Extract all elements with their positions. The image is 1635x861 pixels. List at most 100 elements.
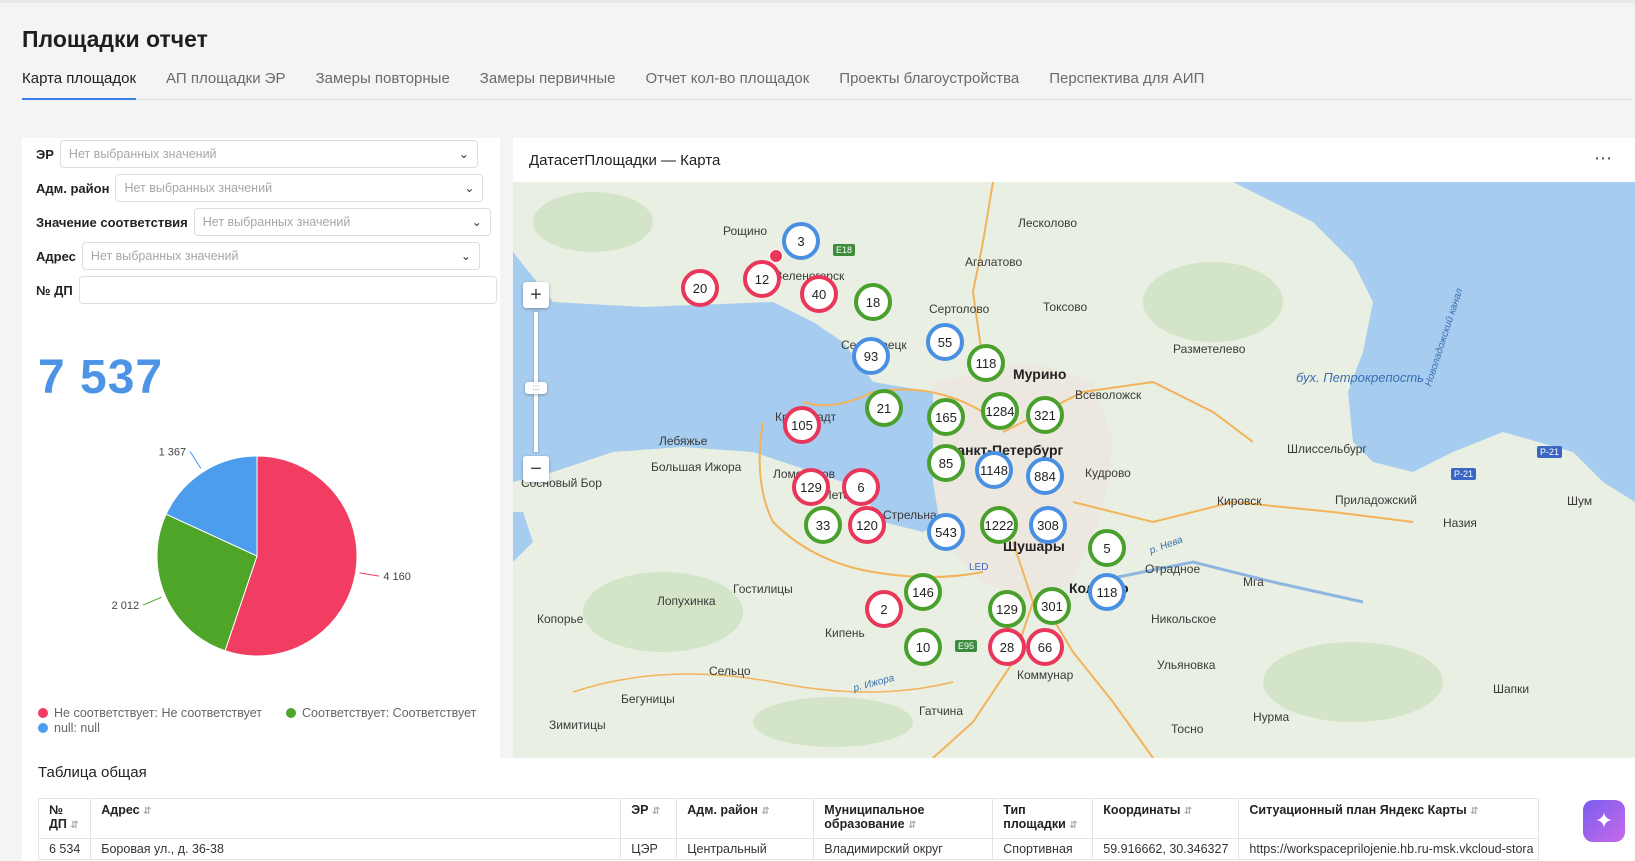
filter-compliance-select[interactable]: Нет выбранных значений ⌄ bbox=[193, 208, 491, 236]
data-table: № ДП ⇵ Адрес ⇵ ЭР ⇵ Адм. район ⇵ Муницип… bbox=[37, 798, 1540, 860]
filter-district-select[interactable]: Нет выбранных значений ⌄ bbox=[115, 174, 484, 202]
column-header-label: Координаты bbox=[1103, 803, 1181, 817]
map-cluster[interactable]: 105 bbox=[783, 406, 821, 444]
ai-assistant-button[interactable]: ✦ bbox=[1583, 800, 1625, 842]
filter-dp-input[interactable] bbox=[78, 276, 497, 304]
table-cell: Центральный bbox=[676, 838, 815, 860]
legend-label: null: null bbox=[54, 721, 100, 735]
map-cluster[interactable]: 884 bbox=[1026, 457, 1064, 495]
column-header-label: № ДП bbox=[49, 803, 67, 831]
road bbox=[572, 673, 954, 693]
map-cluster[interactable]: 118 bbox=[967, 344, 1005, 382]
map-cluster[interactable]: 20 bbox=[681, 269, 719, 307]
map-cluster[interactable]: 308 bbox=[1029, 506, 1067, 544]
map-cluster[interactable]: 1222 bbox=[980, 506, 1018, 544]
map-cluster[interactable]: 18 bbox=[854, 283, 892, 321]
column-header-coordinates[interactable]: Координаты ⇵ bbox=[1092, 798, 1240, 839]
tab-ap-er[interactable]: АП площадки ЭР bbox=[166, 64, 286, 100]
map-cluster[interactable]: 21 bbox=[865, 389, 903, 427]
legend-item-compliant: Соответствует: Соответствует bbox=[286, 706, 476, 720]
map-cluster[interactable]: 120 bbox=[848, 506, 886, 544]
filter-district: Адм. район Нет выбранных значений ⌄ bbox=[36, 174, 484, 202]
map-cluster[interactable]: 301 bbox=[1033, 587, 1071, 625]
map-cluster[interactable]: 543 bbox=[927, 513, 965, 551]
map-cluster[interactable]: 93 bbox=[852, 337, 890, 375]
map-cluster[interactable]: 1148 bbox=[975, 451, 1013, 489]
map-cluster[interactable]: 28 bbox=[988, 628, 1026, 666]
forest-area bbox=[533, 192, 653, 252]
total-count: 7 537 bbox=[38, 351, 164, 404]
place-label: Сельцо bbox=[709, 664, 751, 678]
map-cluster[interactable]: 66 bbox=[1026, 628, 1064, 666]
filter-address-select[interactable]: Нет выбранных значений ⌄ bbox=[81, 242, 480, 270]
map-cluster[interactable]: 85 bbox=[927, 444, 965, 482]
column-header-label: Адрес bbox=[101, 803, 140, 817]
zoom-out-button[interactable]: − bbox=[523, 456, 549, 482]
legend-label: Не соответствует: Не соответствует bbox=[54, 706, 263, 720]
column-header-label: Тип площадки bbox=[1003, 803, 1066, 831]
filter-dp: № ДП bbox=[36, 276, 497, 304]
sort-icon: ⇵ bbox=[1183, 806, 1193, 817]
road bbox=[971, 182, 994, 363]
filter-address-placeholder: Нет выбранных значений bbox=[90, 249, 239, 263]
map-cluster[interactable]: 55 bbox=[926, 323, 964, 361]
filters-panel: ЭР Нет выбранных значений ⌄ Адм. район Н… bbox=[22, 138, 500, 758]
table-title: Таблица общая bbox=[38, 764, 147, 781]
place-label: Кудрово bbox=[1085, 466, 1131, 480]
map-cluster[interactable]: 146 bbox=[904, 573, 942, 611]
map-pin-marker[interactable] bbox=[769, 249, 783, 263]
table-header-row: № ДП ⇵ Адрес ⇵ ЭР ⇵ Адм. район ⇵ Муницип… bbox=[37, 798, 1540, 839]
legend-item-noncompliant: Не соответствует: Не соответствует bbox=[38, 706, 262, 720]
top-divider bbox=[0, 0, 1635, 3]
map-cluster[interactable]: 6 bbox=[842, 468, 880, 506]
column-header-address[interactable]: Адрес ⇵ bbox=[90, 798, 622, 839]
place-label: Бегуницы bbox=[621, 692, 675, 706]
forest-area bbox=[1263, 642, 1443, 722]
tab-improvement-projects[interactable]: Проекты благоустройства bbox=[839, 64, 1019, 100]
table-row[interactable]: 6 534 Боровая ул., д. 36-38 ЦЭР Централь… bbox=[37, 838, 1540, 860]
tab-map[interactable]: Карта площадок bbox=[22, 64, 137, 100]
map-cluster[interactable]: 129 bbox=[988, 590, 1026, 628]
map-cluster[interactable]: 10 bbox=[904, 628, 942, 666]
table-cell-link[interactable]: https://workspaceprilojenie.hb.ru-msk.vk… bbox=[1238, 838, 1540, 860]
filter-district-label: Адм. район bbox=[36, 180, 110, 196]
map-canvas[interactable]: Рощино Лесколово Агалатово Зеленогорск С… bbox=[513, 182, 1635, 758]
column-header-situational-plan[interactable]: Ситуационный план Яндекс Карты ⇵ bbox=[1238, 798, 1540, 839]
column-header-er[interactable]: ЭР ⇵ bbox=[620, 798, 678, 839]
filter-er-select[interactable]: Нет выбранных значений ⌄ bbox=[59, 140, 478, 168]
zoom-handle[interactable]: ::: bbox=[525, 382, 547, 394]
sort-icon: ⇵ bbox=[908, 820, 917, 831]
water-label: бух. Петрокрепость bbox=[1295, 370, 1425, 385]
column-header-dp[interactable]: № ДП ⇵ bbox=[37, 798, 92, 839]
zoom-slider[interactable]: ::: bbox=[525, 312, 547, 452]
ellipsis-icon[interactable]: ⋯ bbox=[1594, 148, 1613, 169]
map-cluster[interactable]: 1284 bbox=[981, 392, 1019, 430]
map-cluster[interactable]: 321 bbox=[1026, 396, 1064, 434]
map-cluster[interactable]: 12 bbox=[743, 260, 781, 298]
place-label: Гостилицы bbox=[733, 582, 793, 596]
map-cluster[interactable]: 165 bbox=[927, 398, 965, 436]
pie-chart: 4 160 2 012 1 367 bbox=[22, 428, 500, 703]
tab-count-report[interactable]: Отчет кол-во площадок bbox=[646, 64, 810, 100]
road-badge: P-21 bbox=[1537, 446, 1563, 458]
tab-repeat-measures[interactable]: Замеры повторные bbox=[316, 64, 450, 100]
map-cluster[interactable]: 2 bbox=[865, 590, 903, 628]
map-cluster[interactable]: 118 bbox=[1088, 573, 1126, 611]
tab-bar: Карта площадок АП площадки ЭР Замеры пов… bbox=[22, 64, 1632, 100]
legend-dot-green bbox=[286, 708, 296, 718]
map-cluster[interactable]: 3 bbox=[782, 222, 820, 260]
column-header-district[interactable]: Адм. район ⇵ bbox=[676, 798, 815, 839]
map-cluster[interactable]: 33 bbox=[804, 506, 842, 544]
filter-er-label: ЭР bbox=[36, 146, 54, 162]
tab-aip-perspective[interactable]: Перспектива для АИП bbox=[1049, 64, 1204, 100]
pie-data-label: 1 367 bbox=[159, 447, 187, 459]
map-cluster[interactable]: 40 bbox=[800, 275, 838, 313]
column-header-type[interactable]: Тип площадки ⇵ bbox=[992, 798, 1094, 839]
column-header-municipality[interactable]: Муниципальное образование ⇵ bbox=[813, 798, 994, 839]
zoom-in-button[interactable]: + bbox=[523, 282, 549, 308]
pie-data-label: 4 160 bbox=[383, 571, 411, 583]
map-cluster[interactable]: 5 bbox=[1088, 529, 1126, 567]
map-cluster[interactable]: 129 bbox=[792, 468, 830, 506]
column-header-label: Ситуационный план Яндекс Карты bbox=[1249, 803, 1467, 817]
tab-primary-measures[interactable]: Замеры первичные bbox=[480, 64, 616, 100]
